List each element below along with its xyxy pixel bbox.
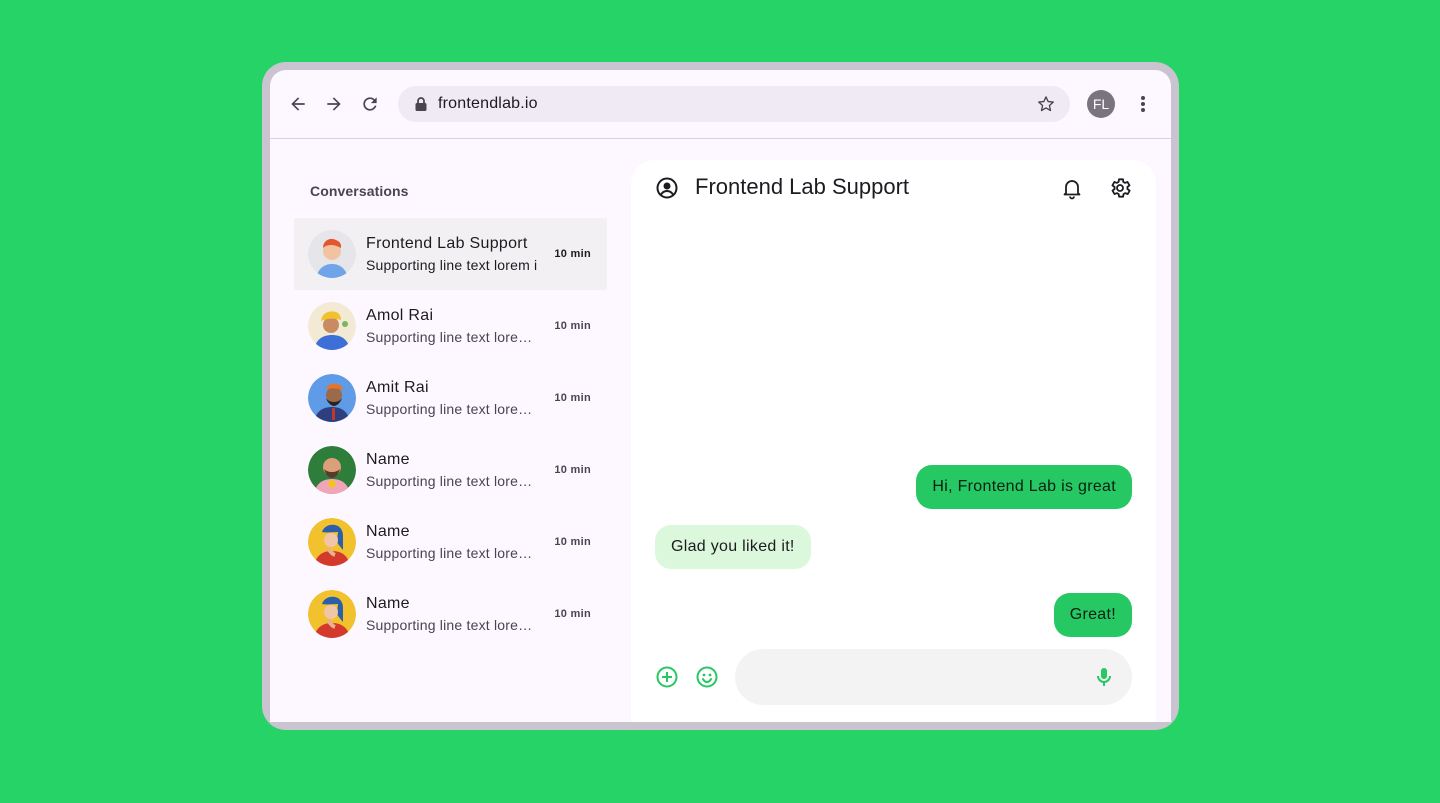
conversation-preview: Supporting line text lorem ipsum (366, 401, 538, 417)
avatar (308, 230, 356, 278)
reload-icon[interactable] (358, 92, 382, 116)
outgoing-message: Hi, Frontend Lab is great (916, 465, 1132, 509)
add-circle-icon[interactable] (655, 665, 679, 694)
incoming-message: Glad you liked it! (655, 525, 811, 569)
lock-icon (414, 96, 428, 117)
conversation-item[interactable]: Amit Rai Supporting line text lorem ipsu… (294, 362, 607, 434)
browser-window: frontendlab.io FL Conversations Frontend… (270, 70, 1171, 722)
conversation-item[interactable]: Name Supporting line text lorem ipsum 10… (294, 506, 607, 578)
profile-avatar[interactable]: FL (1087, 90, 1115, 118)
conversation-name: Frontend Lab Support (366, 235, 528, 252)
chat-pane: Frontend Lab Support Hi, Frontend Lab is… (631, 160, 1156, 722)
conversation-item[interactable]: Amol Rai Supporting line text lorem ipsu… (294, 290, 607, 362)
message-input[interactable] (755, 649, 1079, 707)
conversation-name: Name (366, 595, 410, 612)
conversation-name: Name (366, 451, 410, 468)
conversation-item[interactable]: Name Supporting line text lorem ipsum 10… (294, 434, 607, 506)
conversation-preview: Supporting line text lorem ipsum (366, 473, 538, 489)
gear-icon[interactable] (1108, 176, 1132, 205)
conversation-preview: Supporting line text lorem ipsum (366, 329, 538, 345)
avatar (308, 518, 356, 566)
conversation-preview: Supporting line text lorem ipsum (366, 257, 538, 273)
bell-icon[interactable] (1060, 176, 1084, 205)
url-text: frontendlab.io (438, 95, 538, 112)
avatar (308, 374, 356, 422)
conversation-time: 10 min (554, 536, 591, 548)
conversation-time: 10 min (554, 392, 591, 404)
outgoing-message: Great! (1053, 593, 1132, 637)
conversation-name: Amol Rai (366, 307, 434, 324)
back-arrow-icon[interactable] (286, 92, 310, 116)
conversation-time: 10 min (554, 248, 591, 260)
chat-title: Frontend Lab Support (695, 174, 910, 199)
emoji-icon[interactable] (695, 665, 719, 694)
conversation-list: Frontend Lab Support Supporting line tex… (294, 218, 607, 650)
conversations-heading: Conversations (310, 183, 409, 199)
avatar (308, 446, 356, 494)
account-circle-icon (655, 176, 679, 205)
conversation-time: 10 min (554, 464, 591, 476)
browser-toolbar: frontendlab.io FL (270, 70, 1171, 139)
conversation-time: 10 min (554, 608, 591, 620)
conversation-item[interactable]: Name Supporting line text lorem ipsum 10… (294, 578, 607, 650)
star-icon[interactable] (1036, 94, 1056, 119)
conversation-name: Name (366, 523, 410, 540)
more-vert-icon[interactable] (1131, 92, 1155, 116)
mic-icon[interactable] (1092, 665, 1116, 694)
avatar (308, 302, 356, 350)
address-bar[interactable]: frontendlab.io (398, 86, 1070, 122)
conversation-preview: Supporting line text lorem ipsum (366, 545, 538, 561)
conversation-item[interactable]: Frontend Lab Support Supporting line tex… (294, 218, 607, 290)
forward-arrow-icon[interactable] (322, 92, 346, 116)
avatar (308, 590, 356, 638)
message-composer (735, 649, 1132, 707)
conversation-time: 10 min (554, 320, 591, 332)
conversation-preview: Supporting line text lorem ipsum (366, 617, 538, 633)
conversation-name: Amit Rai (366, 379, 429, 396)
